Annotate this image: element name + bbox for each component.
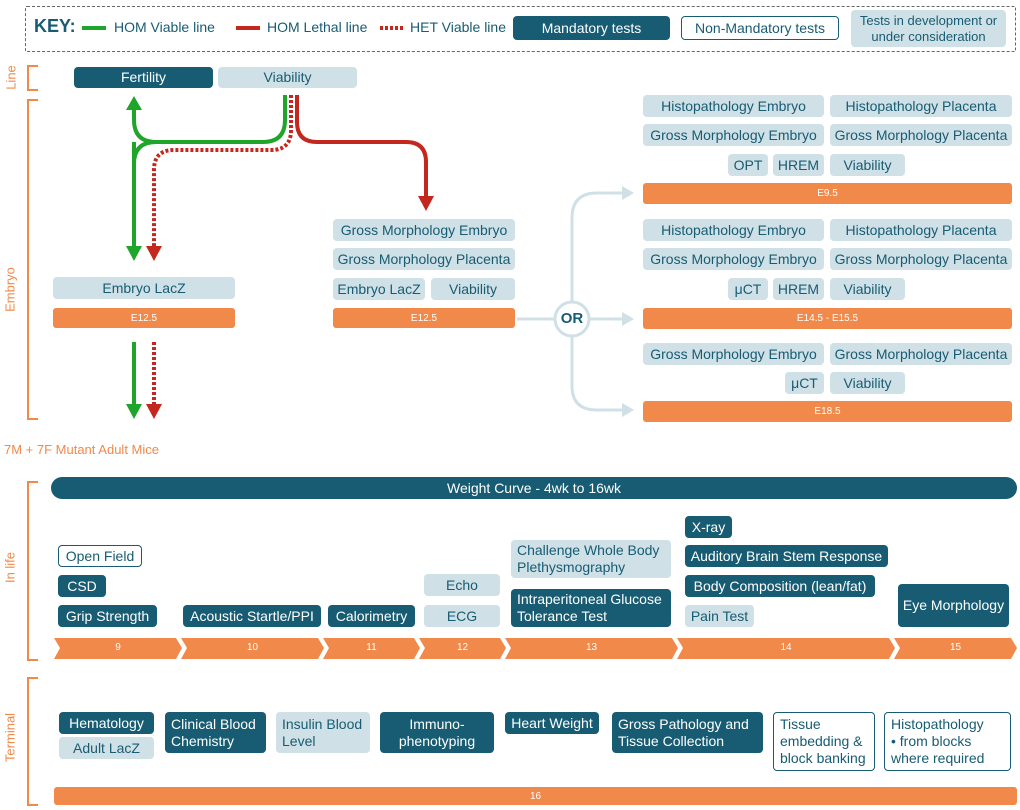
tissue-embedding-test: Tissue embedding & block banking xyxy=(773,712,875,771)
adult-lacz-test: Adult LacZ xyxy=(59,737,154,759)
week-chevrons xyxy=(54,638,1017,659)
week-label: 14 xyxy=(780,642,792,653)
hematology-test: Hematology xyxy=(59,712,154,734)
clinical-blood-chemistry-test: Clinical Blood Chemistry xyxy=(165,712,266,753)
week-label: 9 xyxy=(115,642,121,653)
week-label: 11 xyxy=(366,642,377,653)
week-label: 12 xyxy=(456,642,469,653)
heart-weight-test: Heart Weight xyxy=(505,712,599,734)
week-label: 13 xyxy=(585,642,598,653)
week-16-bar: 16 xyxy=(54,787,1017,805)
histopathology-test: Histopathology • from blocks where requi… xyxy=(884,712,1011,771)
histopathology-note: • from blocks where required xyxy=(891,733,985,766)
week-label: 10 xyxy=(246,642,259,653)
week-label: 15 xyxy=(949,642,962,653)
week-16-label: 16 xyxy=(529,790,542,802)
insulin-blood-level-test: Insulin Blood Level xyxy=(276,712,370,753)
immunophenotyping-test: Immuno-phenotyping xyxy=(380,712,494,753)
gross-pathology-test: Gross Pathology and Tissue Collection xyxy=(612,712,763,753)
histopathology-title: Histopathology xyxy=(891,716,984,732)
